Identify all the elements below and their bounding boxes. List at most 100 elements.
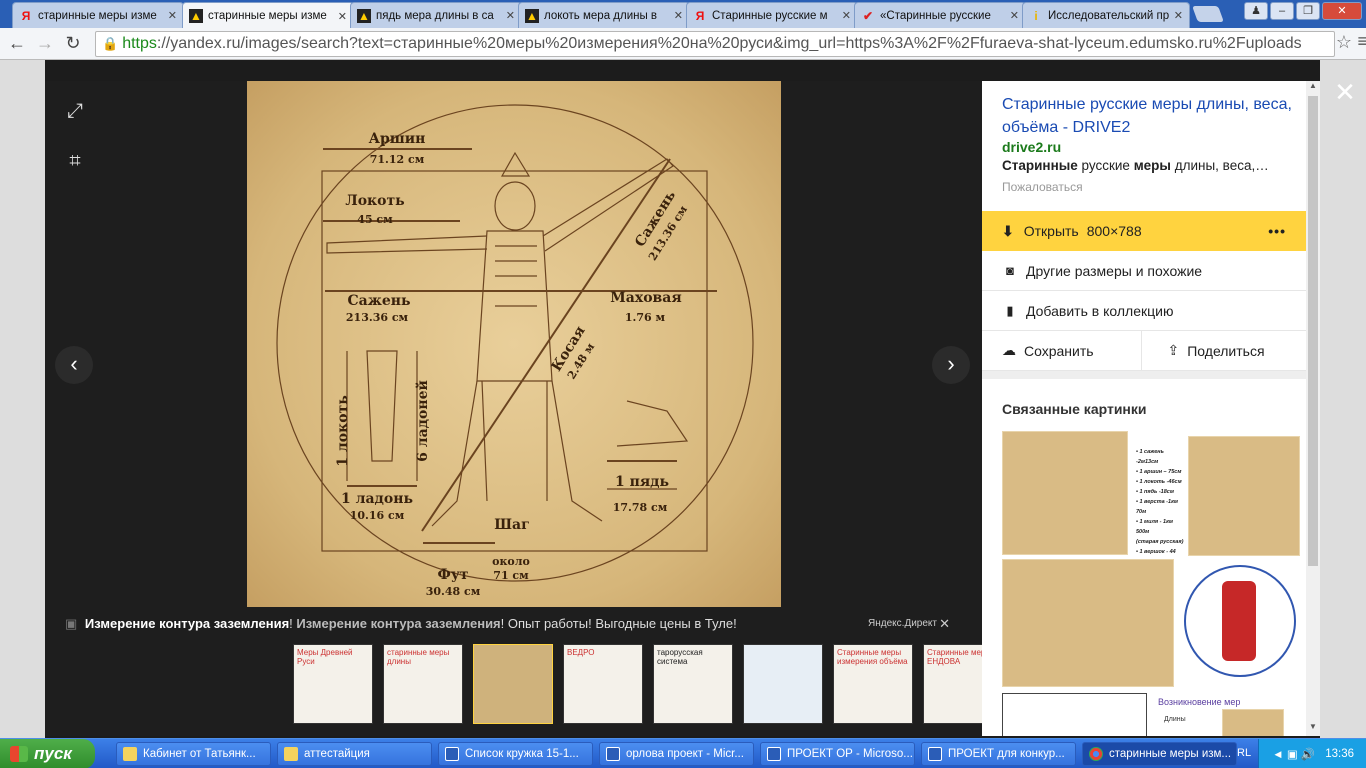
label-ladon: 1 ладонь	[341, 491, 413, 507]
next-image-arrow[interactable]: ›	[932, 346, 970, 384]
thumbnail[interactable]	[743, 644, 823, 724]
thumbnail-selected[interactable]	[473, 644, 553, 724]
label-pyad-val: 17.78 см	[613, 501, 668, 514]
related-image[interactable]	[1002, 431, 1128, 555]
fullscreen-icon[interactable]: ⤢	[60, 96, 90, 126]
tab-2-active[interactable]: ▲ старинные меры изме ✕	[182, 2, 354, 28]
label-makhovaya-val: 1.76 м	[625, 311, 666, 324]
start-button[interactable]: пуск	[0, 739, 95, 768]
close-tab-icon[interactable]: ✕	[1010, 9, 1019, 22]
close-tab-icon[interactable]: ✕	[338, 10, 347, 23]
share-button[interactable]: ⇪ Поделиться	[1140, 331, 1307, 370]
close-viewer-icon[interactable]: ✕	[1330, 77, 1360, 108]
tab-6[interactable]: ✔ «Старинные русские ✕	[854, 2, 1026, 28]
thumbnail[interactable]: тарорусская система	[653, 644, 733, 724]
ad-tag[interactable]: Яндекс.Директ	[868, 618, 937, 629]
address-bar[interactable]: 🔒 https://yandex.ru/images/search?text=ст…	[95, 31, 1335, 57]
label-sazhen: Сажень	[347, 293, 410, 309]
yandex-images-icon: ▲	[189, 9, 203, 23]
forward-arrow-icon[interactable]: →	[34, 33, 56, 54]
thumbnail[interactable]: Старинные меры ЕНДОВА	[923, 644, 983, 724]
scroll-down-arrow[interactable]: ▼	[1306, 722, 1320, 736]
word-icon	[767, 747, 781, 761]
tab-1[interactable]: Ястаринные меры изме ✕	[12, 2, 184, 28]
thumbnail[interactable]: старинные меры длины	[383, 644, 463, 724]
url-text: ://yandex.ru/images/search?text=старинны…	[156, 35, 1302, 52]
user-icon[interactable]: ♟	[1244, 2, 1268, 20]
tab-4[interactable]: ▲ локоть мера длины в ✕	[518, 2, 690, 28]
related-image[interactable]	[1188, 436, 1300, 556]
snippet-text-1: русские	[1077, 158, 1134, 173]
main-image[interactable]: Аршин 71.12 см Локоть 45 см Сажень 213.3…	[247, 81, 781, 607]
label-makhovaya: Маховая	[610, 290, 681, 306]
open-image-button[interactable]: ⬇ Открыть 800×788 •••	[982, 211, 1306, 251]
label-pyad: 1 пядь	[615, 474, 669, 490]
back-arrow-icon[interactable]: ←	[6, 33, 28, 54]
more-options-icon[interactable]: •••	[1268, 223, 1286, 239]
scroll-up-arrow[interactable]: ▲	[1306, 81, 1320, 95]
source-site-link[interactable]: drive2.ru	[1002, 139, 1061, 155]
taskbar-item[interactable]: Список кружка 15-1...	[438, 742, 593, 766]
menu-icon[interactable]: ≡	[1357, 31, 1366, 52]
crop-icon[interactable]: ⌗	[60, 146, 90, 176]
previous-image-arrow[interactable]: ‹	[55, 346, 93, 384]
other-sizes-button[interactable]: ◙ Другие размеры и похожие	[982, 251, 1306, 291]
close-tab-icon[interactable]: ✕	[674, 9, 683, 22]
reload-icon[interactable]: ↻	[62, 33, 84, 54]
page-background-left	[0, 60, 45, 738]
close-window-icon[interactable]: ✕	[1322, 2, 1362, 20]
thumbnail[interactable]: Старинные меры измерения объёма	[833, 644, 913, 724]
label-fut: Фут	[438, 567, 469, 583]
close-tab-icon[interactable]: ✕	[842, 9, 851, 22]
close-tab-icon[interactable]: ✕	[1174, 9, 1183, 22]
yandex-icon: Я	[21, 8, 31, 23]
clock[interactable]: 13:36	[1325, 748, 1354, 760]
save-button[interactable]: ☁ Сохранить	[982, 331, 1141, 370]
scrollbar-thumb[interactable]	[1308, 96, 1318, 566]
word-icon	[928, 747, 942, 761]
complain-link[interactable]: Пожаловаться	[1002, 180, 1083, 194]
language-indicator[interactable]: RL	[1237, 747, 1251, 759]
thumbnail[interactable]: ВЕДРО	[563, 644, 643, 724]
tab-7[interactable]: i Исследовательский пр ✕	[1022, 2, 1190, 28]
bookmark-star-icon[interactable]: ☆	[1336, 32, 1352, 53]
related-image[interactable]	[1180, 559, 1300, 687]
taskbar-item[interactable]: ПРОЕКТ ОР - Microso...	[760, 742, 915, 766]
taskbar-item[interactable]: ПРОЕКТ для конкур...	[921, 742, 1076, 766]
thumbnail[interactable]: Меры Древней Руси	[293, 644, 373, 724]
thumbnail-label	[474, 645, 552, 651]
panel-scrollbar[interactable]: ▲ ▼	[1306, 81, 1320, 736]
ad-title-2[interactable]: Измерение контура заземления	[296, 616, 500, 631]
restore-icon[interactable]: ❐	[1296, 2, 1320, 20]
ad-line[interactable]: ▣ Измерение контура заземления! Измерени…	[65, 616, 965, 634]
tray-icons[interactable]: ◄ ▣ 🔊	[1272, 747, 1315, 761]
add-collection-button[interactable]: ▮ Добавить в коллекцию	[982, 291, 1306, 331]
close-tab-icon[interactable]: ✕	[506, 9, 515, 22]
taskbar-item-active[interactable]: старинные меры изм...	[1082, 742, 1237, 766]
tab-label: Исследовательский пр	[1048, 9, 1170, 22]
taskbar-item[interactable]: аттестайция	[277, 742, 432, 766]
taskbar-item[interactable]: орлова проект - Micr...	[599, 742, 754, 766]
ad-title-1[interactable]: Измерение контура заземления	[85, 616, 289, 631]
taskbar-label: Кабинет от Татьянк...	[143, 748, 256, 760]
new-tab-button[interactable]	[1192, 6, 1224, 22]
related-image[interactable]	[1002, 559, 1174, 687]
label-fut-val: 30.48 см	[426, 585, 481, 598]
related-image[interactable]	[1222, 709, 1284, 736]
related-image[interactable]	[1002, 693, 1147, 736]
label-one-lokot: 1 локоть	[335, 395, 351, 466]
label-lokot-val: 45 см	[357, 213, 393, 226]
tab-5[interactable]: Я Старинные русские м ✕	[686, 2, 858, 28]
minimize-icon[interactable]: –	[1270, 2, 1294, 20]
source-title-link[interactable]: Старинные русские меры длины, веса, объё…	[1002, 93, 1292, 139]
share-icon: ⇪	[1167, 342, 1180, 358]
yandex-images-icon: ▲	[525, 8, 539, 23]
tab-3[interactable]: ▲ пядь мера длины в са ✕	[350, 2, 522, 28]
ad-close-icon[interactable]: ✕	[939, 616, 950, 632]
taskbar-label: орлова проект - Micr...	[626, 748, 744, 760]
add-collection-label: Добавить в коллекцию	[1026, 302, 1174, 319]
taskbar-item[interactable]: Кабинет от Татьянк...	[116, 742, 271, 766]
image-viewer: ⤢ ⌗ ‹ › Аршин 71.12 см Локоть 45 см Саже…	[45, 81, 983, 736]
close-tab-icon[interactable]: ✕	[168, 9, 177, 22]
related-image-text[interactable]: • 1 сажень -2м13см • 1 аршин – 75см • 1 …	[1136, 433, 1184, 565]
